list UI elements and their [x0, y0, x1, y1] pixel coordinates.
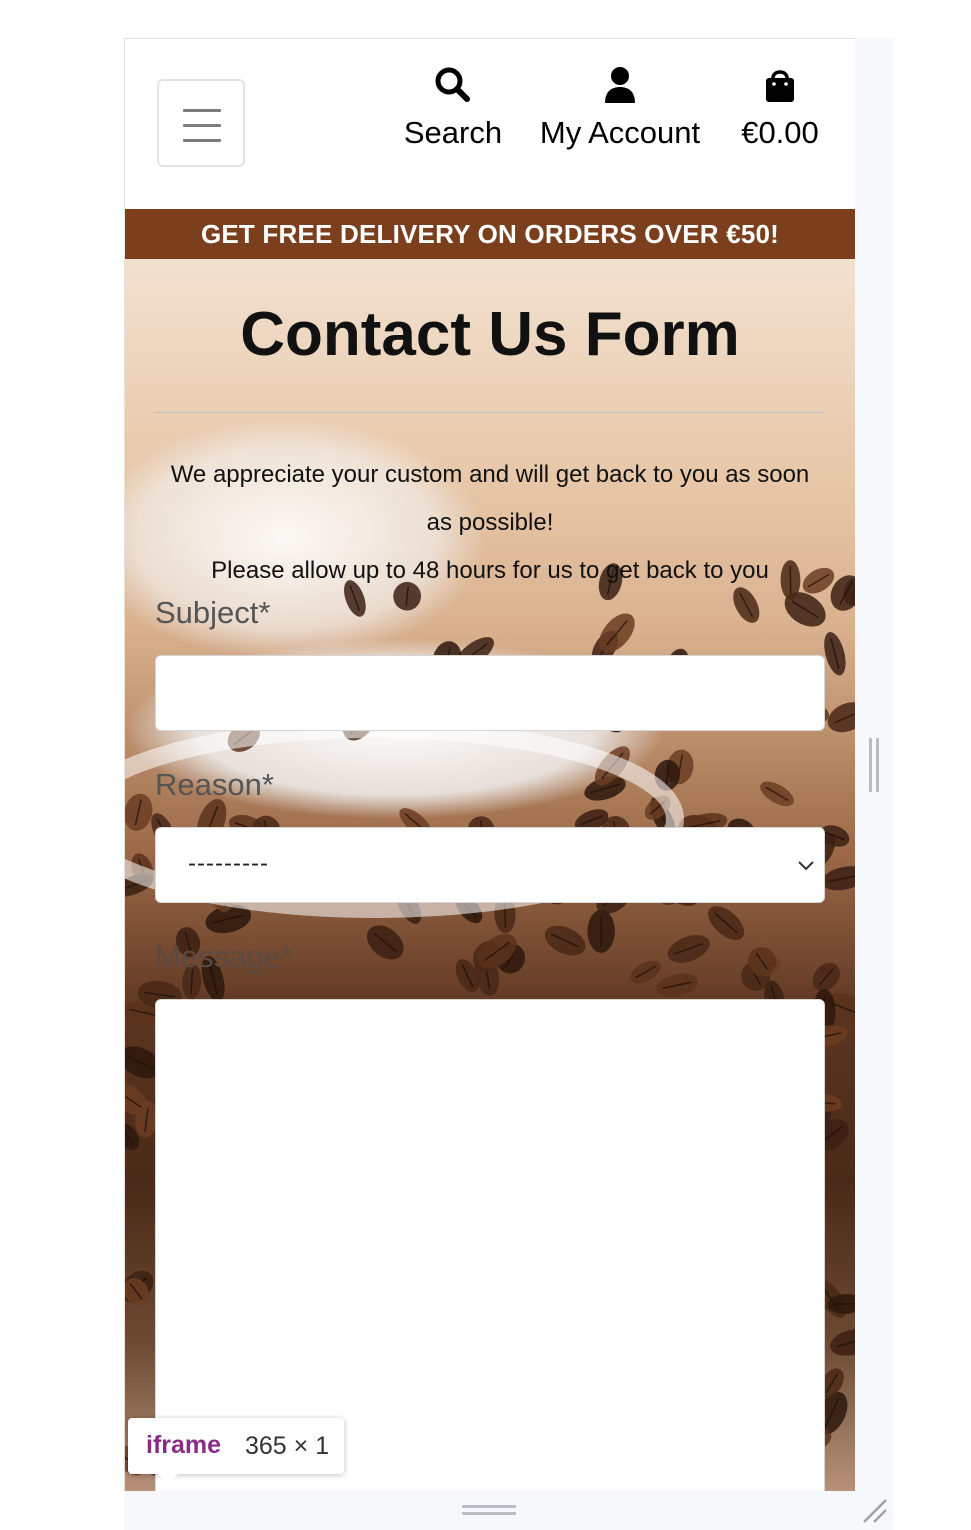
intro-line-2: Please allow up to 48 hours for us to ge… [211, 557, 769, 584]
tooltip-tag-name: iframe [146, 1431, 222, 1459]
my-account-label: My Account [539, 115, 701, 150]
viewport-height-resize-handle[interactable] [462, 1502, 518, 1516]
shopping-bag-icon [735, 65, 825, 105]
subject-label: Subject* [155, 595, 271, 630]
subject-input[interactable] [155, 655, 825, 731]
site-header: Search My Account €0.00 [125, 39, 855, 209]
menu-toggle-button[interactable] [157, 79, 245, 167]
tooltip-arrow [158, 1474, 178, 1484]
user-icon [533, 65, 707, 105]
element-inspector-tooltip: iframe 365 × 1 [128, 1418, 344, 1484]
device-viewport: Search My Account €0.00 GET FREE DELIVER… [124, 38, 855, 1491]
cart-link[interactable]: €0.00 [735, 65, 825, 151]
reason-label: Reason* [155, 767, 274, 802]
intro-text: We appreciate your custom and will get b… [165, 451, 815, 595]
resize-corner-icon[interactable] [858, 1494, 890, 1526]
search-icon [403, 65, 503, 105]
intro-line-1: We appreciate your custom and will get b… [170, 461, 810, 536]
cart-total: €0.00 [741, 115, 819, 150]
tooltip-dimensions: 365 × 1 [245, 1432, 330, 1460]
page-title: Contact Us Form [240, 300, 740, 369]
viewport-width-resize-handle[interactable] [867, 738, 881, 792]
title-divider [155, 412, 825, 413]
free-delivery-banner: GET FREE DELIVERY ON ORDERS OVER €50! [125, 209, 855, 259]
my-account-link[interactable]: My Account [533, 65, 707, 151]
reason-selected-value: --------- [188, 850, 269, 877]
message-label: Message* [155, 939, 293, 974]
contact-section: Contact Us Form We appreciate your custo… [125, 259, 855, 1491]
chevron-down-icon [798, 861, 814, 871]
reason-select[interactable]: --------- [155, 827, 825, 903]
search-link[interactable]: Search [403, 65, 503, 151]
search-label: Search [403, 115, 503, 150]
